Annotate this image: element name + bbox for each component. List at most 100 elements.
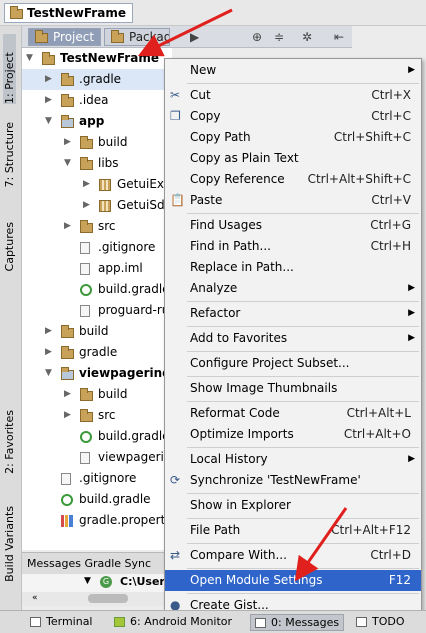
tree-row[interactable]: ▶ GetuiSdk bbox=[22, 195, 172, 216]
menu-item-show-in-explorer[interactable]: Show in Explorer bbox=[165, 495, 421, 516]
tab-messages[interactable]: 0: Messages bbox=[250, 614, 345, 631]
tree-row[interactable]: gradle.properties bbox=[22, 510, 172, 531]
menu-item-replace-in-path[interactable]: Replace in Path... bbox=[165, 257, 421, 278]
tree-row[interactable]: ▶ .idea bbox=[22, 90, 172, 111]
triangle-down-icon: ▼ bbox=[84, 576, 91, 586]
file-icon bbox=[80, 242, 90, 254]
tree-row[interactable]: ▼ viewpagerindicator bbox=[22, 363, 172, 384]
expanded-arrow-icon[interactable]: ▼ bbox=[45, 363, 52, 384]
tree-row[interactable]: ▼ libs bbox=[22, 153, 172, 174]
file-icon bbox=[61, 473, 71, 485]
collapsed-arrow-icon[interactable]: ▶ bbox=[83, 174, 90, 195]
collapsed-arrow-icon[interactable]: ▶ bbox=[83, 195, 90, 216]
play-icon[interactable]: ▶ bbox=[190, 30, 199, 44]
tree-row[interactable]: build.gradle bbox=[22, 426, 172, 447]
menu-item-local-history[interactable]: Local History ▶ bbox=[165, 449, 421, 470]
menu-item-open-module-settings[interactable]: Open Module Settings F12 bbox=[165, 570, 421, 591]
hide-icon[interactable]: ⇤ bbox=[334, 30, 344, 44]
gradle-icon bbox=[80, 284, 92, 296]
gradle-sync-icon: G bbox=[100, 576, 112, 588]
menu-item-label: Synchronize 'TestNewFrame' bbox=[190, 473, 361, 487]
tree-row[interactable]: build.gradle bbox=[22, 279, 172, 300]
collapsed-arrow-icon[interactable]: ▶ bbox=[45, 69, 52, 90]
messages-row[interactable]: ▼ G C:\Users bbox=[22, 574, 171, 592]
menu-separator bbox=[187, 518, 419, 519]
tab-terminal[interactable]: Terminal bbox=[26, 614, 97, 631]
menu-item-copy-as-plain-text[interactable]: Copy as Plain Text bbox=[165, 148, 421, 169]
tab-structure[interactable]: 7: Structure bbox=[3, 122, 16, 187]
menu-item-file-path[interactable]: File Path Ctrl+Alt+F12 bbox=[165, 520, 421, 541]
folder-icon bbox=[80, 157, 93, 170]
tree-row[interactable]: ▼ app bbox=[22, 111, 172, 132]
expanded-arrow-icon[interactable]: ▼ bbox=[26, 48, 33, 69]
menu-item-paste[interactable]: 📋 Paste Ctrl+V bbox=[165, 190, 421, 211]
tree-row[interactable]: proguard-rules.pro bbox=[22, 300, 172, 321]
tree-row[interactable]: ▶ gradle bbox=[22, 342, 172, 363]
left-tool-strip: 1: Project 7: Structure Captures 2: Favo… bbox=[0, 26, 22, 610]
tab-project[interactable]: 1: Project bbox=[3, 34, 16, 104]
tree-row-label: src bbox=[98, 408, 116, 422]
collapsed-arrow-icon[interactable]: ▶ bbox=[64, 216, 71, 237]
tab-favorites[interactable]: 2: Favorites bbox=[3, 410, 16, 474]
gear-icon[interactable]: ✲ bbox=[302, 30, 312, 44]
menu-item-compare-with[interactable]: ⇄ Compare With... Ctrl+D bbox=[165, 545, 421, 566]
menu-item-synchronize-testnewframe[interactable]: ⟳ Synchronize 'TestNewFrame' bbox=[165, 470, 421, 491]
tree-row[interactable]: ▶ GetuiExt bbox=[22, 174, 172, 195]
tree-row[interactable]: app.iml bbox=[22, 258, 172, 279]
tree-row-label: build.gradle bbox=[79, 492, 151, 506]
menu-item-find-in-path[interactable]: Find in Path... Ctrl+H bbox=[165, 236, 421, 257]
collapsed-arrow-icon[interactable]: ▶ bbox=[64, 405, 71, 426]
collapse-icon[interactable]: ≑ bbox=[274, 30, 284, 44]
menu-item-reformat-code[interactable]: Reformat Code Ctrl+Alt+L bbox=[165, 403, 421, 424]
collapsed-arrow-icon[interactable]: ▶ bbox=[64, 384, 71, 405]
menu-item-label: New bbox=[190, 63, 217, 77]
menu-item-add-to-favorites[interactable]: Add to Favorites ▶ bbox=[165, 328, 421, 349]
tree-row[interactable]: viewpagerindicator.iml bbox=[22, 447, 172, 468]
menu-item-configure-project-subset[interactable]: Configure Project Subset... bbox=[165, 353, 421, 374]
tab-packages-view[interactable]: Package bbox=[104, 28, 170, 46]
file-icon bbox=[80, 305, 90, 317]
menu-item-label: Local History bbox=[190, 452, 268, 466]
tree-row[interactable]: .gitignore bbox=[22, 237, 172, 258]
collapsed-arrow-icon[interactable]: ▶ bbox=[45, 321, 52, 342]
tree-row-label: .gradle bbox=[79, 72, 122, 86]
tree-row[interactable]: ▶ .gradle bbox=[22, 69, 172, 90]
tree-row[interactable]: ▶ src bbox=[22, 216, 172, 237]
menu-item-copy-path[interactable]: Copy Path Ctrl+Shift+C bbox=[165, 127, 421, 148]
folder-icon bbox=[111, 30, 124, 43]
collapsed-arrow-icon[interactable]: ▶ bbox=[45, 90, 52, 111]
target-icon[interactable]: ⊕ bbox=[252, 30, 262, 44]
menu-item-copy[interactable]: ❐ Copy Ctrl+C bbox=[165, 106, 421, 127]
tree-row[interactable]: ▶ build bbox=[22, 384, 172, 405]
tree-row[interactable]: .gitignore bbox=[22, 468, 172, 489]
tab-todo[interactable]: TODO bbox=[352, 614, 409, 631]
tree-row[interactable]: ▶ build bbox=[22, 132, 172, 153]
menu-item-optimize-imports[interactable]: Optimize Imports Ctrl+Alt+O bbox=[165, 424, 421, 445]
menu-item-analyze[interactable]: Analyze ▶ bbox=[165, 278, 421, 299]
project-breadcrumb[interactable]: TestNewFrame bbox=[4, 3, 133, 23]
horizontal-scrollbar[interactable]: « bbox=[22, 592, 164, 606]
menu-separator bbox=[187, 568, 419, 569]
tab-project-view[interactable]: Project bbox=[28, 28, 102, 46]
expanded-arrow-icon[interactable]: ▼ bbox=[45, 111, 52, 132]
collapsed-arrow-icon[interactable]: ▶ bbox=[64, 132, 71, 153]
menu-item-refactor[interactable]: Refactor ▶ bbox=[165, 303, 421, 324]
tree-row[interactable]: ▶ build bbox=[22, 321, 172, 342]
scroll-left-icon[interactable]: « bbox=[32, 593, 38, 603]
tree-root-row[interactable]: ▼ TestNewFrame bbox=[22, 48, 172, 69]
tab-android-monitor[interactable]: 6: Android Monitor bbox=[110, 614, 236, 631]
folder-icon bbox=[80, 409, 93, 422]
scrollbar-thumb[interactable] bbox=[88, 594, 128, 603]
tree-row-label: app.iml bbox=[98, 261, 143, 275]
tree-row[interactable]: ▶ src bbox=[22, 405, 172, 426]
tab-captures[interactable]: Captures bbox=[3, 222, 16, 271]
menu-item-find-usages[interactable]: Find Usages Ctrl+G bbox=[165, 215, 421, 236]
menu-item-new[interactable]: New ▶ bbox=[165, 60, 421, 81]
expanded-arrow-icon[interactable]: ▼ bbox=[64, 153, 71, 174]
tab-build-variants[interactable]: Build Variants bbox=[3, 506, 16, 582]
menu-item-cut[interactable]: ✂ Cut Ctrl+X bbox=[165, 85, 421, 106]
collapsed-arrow-icon[interactable]: ▶ bbox=[45, 342, 52, 363]
tree-row[interactable]: build.gradle bbox=[22, 489, 172, 510]
menu-item-copy-reference[interactable]: Copy Reference Ctrl+Alt+Shift+C bbox=[165, 169, 421, 190]
menu-item-show-image-thumbnails[interactable]: Show Image Thumbnails bbox=[165, 378, 421, 399]
